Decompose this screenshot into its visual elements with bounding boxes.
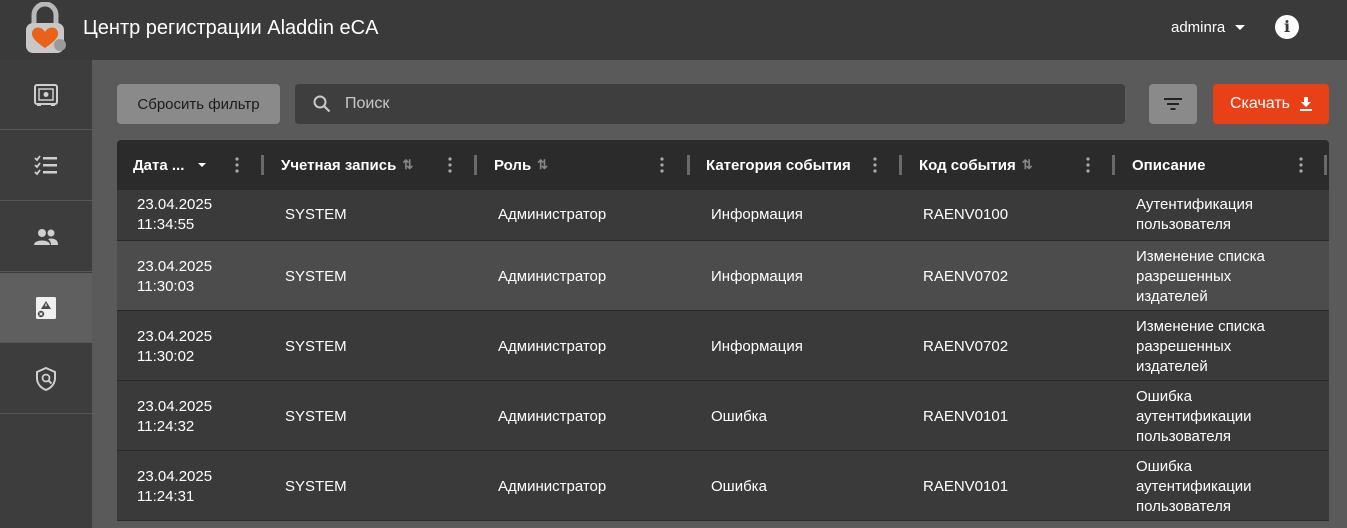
- column-separator[interactable]: [899, 155, 902, 175]
- download-icon: [1300, 97, 1312, 111]
- column-menu-icon[interactable]: [871, 156, 879, 174]
- checklist-icon: [34, 154, 57, 175]
- sort-icon: ⇅: [537, 157, 549, 172]
- table-row[interactable]: 23.04.2025 11:24:32 SYSTEM Администратор …: [117, 381, 1329, 451]
- cell-description: Аутентификация пользователя: [1136, 196, 1253, 233]
- user-menu[interactable]: adminra: [1171, 19, 1246, 36]
- column-menu-icon[interactable]: [446, 156, 454, 174]
- cell-account: SYSTEM: [285, 206, 347, 223]
- column-menu-icon[interactable]: [233, 156, 241, 174]
- app-title: Центр регистрации Aladdin eCA: [83, 17, 379, 39]
- cell-category: Информация: [711, 206, 803, 223]
- cell-category: Информация: [711, 338, 803, 355]
- column-separator[interactable]: [1324, 155, 1327, 175]
- cell-role: Администратор: [498, 338, 607, 355]
- caret-down-icon: [1235, 24, 1246, 30]
- column-separator[interactable]: [1112, 155, 1115, 175]
- aladdin-logo-icon: [26, 2, 66, 53]
- cell-datetime: 23.04.2025 11:24:32: [137, 398, 213, 435]
- search-box[interactable]: [295, 84, 1125, 124]
- top-bar: Центр регистрации Aladdin eCA adminra i: [0, 0, 1347, 60]
- sidebar-item-audit-log[interactable]: [0, 273, 92, 343]
- cell-role: Администратор: [498, 478, 607, 495]
- cell-role: Администратор: [498, 268, 607, 285]
- cell-description: Изменение списка разрешенных издателей: [1136, 248, 1265, 305]
- column-header-description[interactable]: Описание: [1132, 140, 1205, 190]
- sidebar-item-security[interactable]: [0, 344, 92, 414]
- audit-log-icon: [36, 296, 56, 319]
- reset-filter-button[interactable]: Сбросить фильтр: [117, 84, 280, 124]
- cell-code: RAENV0100: [923, 206, 1009, 223]
- column-menu-icon[interactable]: [1084, 156, 1092, 174]
- sidebar: [0, 60, 92, 528]
- sidebar-item-checklist[interactable]: [0, 131, 92, 201]
- cell-account: SYSTEM: [285, 268, 347, 285]
- filter-icon: [1164, 98, 1182, 110]
- column-menu-icon[interactable]: [658, 156, 666, 174]
- column-separator[interactable]: [474, 155, 477, 175]
- username: adminra: [1171, 19, 1226, 36]
- column-header-code[interactable]: Код события ⇅: [919, 140, 1033, 190]
- cell-datetime: 23.04.2025 11:30:02: [137, 328, 213, 365]
- sort-desc-icon: [198, 162, 207, 167]
- cell-code: RAENV0101: [923, 408, 1009, 425]
- sidebar-item-users[interactable]: [0, 202, 92, 272]
- info-button[interactable]: i: [1275, 15, 1299, 39]
- table-row[interactable]: 23.04.2025 11:30:02 SYSTEM Администратор …: [117, 311, 1329, 381]
- column-header-role[interactable]: Роль ⇅: [494, 140, 548, 190]
- cell-code: RAENV0101: [923, 478, 1009, 495]
- cell-category: Ошибка: [711, 478, 767, 495]
- cell-description: Изменение списка разрешенных издателей: [1136, 318, 1265, 375]
- table-row[interactable]: 23.04.2025 11:24:31 SYSTEM Администратор …: [117, 451, 1329, 521]
- cell-datetime: 23.04.2025 11:30:03: [137, 258, 213, 295]
- download-label: Скачать: [1230, 95, 1290, 112]
- events-table: Дата ... Учетная запись ⇅ Роль ⇅ Категор…: [117, 140, 1329, 521]
- sort-icon: ⇅: [1021, 157, 1033, 172]
- column-separator[interactable]: [687, 155, 690, 175]
- cell-code: RAENV0702: [923, 268, 1009, 285]
- cell-category: Информация: [711, 268, 803, 285]
- table-header: Дата ... Учетная запись ⇅ Роль ⇅ Категор…: [117, 140, 1329, 190]
- shield-user-icon: [36, 366, 56, 391]
- cell-account: SYSTEM: [285, 478, 347, 495]
- filter-button[interactable]: [1149, 84, 1197, 124]
- safe-icon: [34, 83, 58, 106]
- table-row[interactable]: 23.04.2025 11:30:03 SYSTEM Администратор …: [117, 241, 1329, 311]
- cell-code: RAENV0702: [923, 338, 1009, 355]
- column-separator[interactable]: [261, 155, 264, 175]
- cell-role: Администратор: [498, 206, 607, 223]
- column-header-category[interactable]: Категория события: [706, 140, 851, 190]
- sidebar-item-safe[interactable]: [0, 60, 92, 130]
- search-icon: [313, 95, 331, 113]
- table-row[interactable]: 23.04.2025 11:34:55 SYSTEM Администратор …: [117, 190, 1329, 241]
- info-icon: i: [1283, 17, 1291, 36]
- cell-role: Администратор: [498, 408, 607, 425]
- column-menu-icon[interactable]: [1297, 156, 1305, 174]
- download-button[interactable]: Скачать: [1213, 84, 1329, 124]
- cell-datetime: 23.04.2025 11:34:55: [137, 196, 213, 233]
- cell-datetime: 23.04.2025 11:24:31: [137, 468, 213, 505]
- cell-description: Ошибка аутентификации пользователя: [1136, 388, 1252, 445]
- users-icon: [34, 228, 58, 245]
- cell-account: SYSTEM: [285, 408, 347, 425]
- cell-description: Ошибка аутентификации пользователя: [1136, 458, 1252, 515]
- cell-account: SYSTEM: [285, 338, 347, 355]
- column-header-account[interactable]: Учетная запись ⇅: [281, 140, 413, 190]
- sort-icon: ⇅: [402, 157, 414, 172]
- cell-category: Ошибка: [711, 408, 767, 425]
- column-header-date[interactable]: Дата ...: [133, 140, 207, 190]
- search-input[interactable]: [343, 94, 1107, 114]
